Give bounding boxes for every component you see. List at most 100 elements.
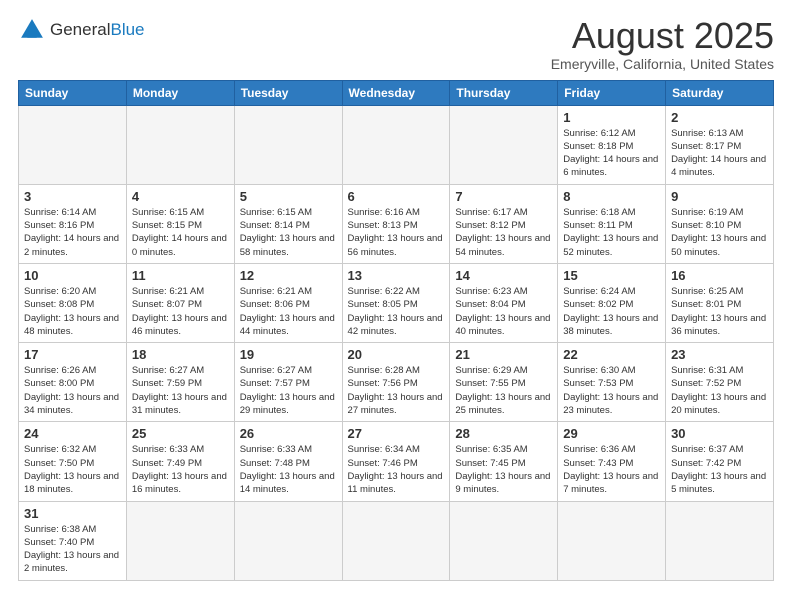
calendar-cell: 17Sunrise: 6:26 AM Sunset: 8:00 PM Dayli… — [19, 343, 127, 422]
header: GeneralBlue August 2025 Emeryville, Cali… — [18, 16, 774, 72]
day-number: 20 — [348, 347, 445, 362]
day-number: 2 — [671, 110, 768, 125]
calendar-week-row: 17Sunrise: 6:26 AM Sunset: 8:00 PM Dayli… — [19, 343, 774, 422]
day-number: 24 — [24, 426, 121, 441]
calendar-week-row: 10 Sunrise: 6:20 AM Sunset: 8:08 PM Dayli… — [19, 263, 774, 342]
weekday-header-sunday: Sunday — [19, 80, 127, 105]
calendar-cell: 29 Sunrise: 6:36 AM Sunset: 7:43 PM Dayli… — [558, 422, 666, 501]
calendar-subtitle: Emeryville, California, United States — [551, 56, 774, 72]
weekday-header-friday: Friday — [558, 80, 666, 105]
day-info: Sunrise: 6:34 AM Sunset: 7:46 PM Dayligh… — [348, 443, 445, 496]
day-number: 9 — [671, 189, 768, 204]
day-number: 19 — [240, 347, 337, 362]
day-info: Sunrise: 6:13 AM Sunset: 8:17 PM Dayligh… — [671, 127, 768, 180]
page: GeneralBlue August 2025 Emeryville, Cali… — [0, 0, 792, 612]
calendar-cell — [342, 501, 450, 580]
calendar-table: SundayMondayTuesdayWednesdayThursdayFrid… — [18, 80, 774, 581]
day-info: Sunrise: 6:23 AM Sunset: 8:04 PM Dayligh… — [455, 285, 552, 338]
logo-text: GeneralBlue — [50, 21, 145, 40]
calendar-week-row: 3Sunrise: 6:14 AM Sunset: 8:16 PM Daylig… — [19, 184, 774, 263]
calendar-cell: 1 Sunrise: 6:12 AM Sunset: 8:18 PM Daylig… — [558, 105, 666, 184]
day-number: 10 — [24, 268, 121, 283]
calendar-cell: 8Sunrise: 6:18 AM Sunset: 8:11 PM Daylig… — [558, 184, 666, 263]
day-number: 1 — [563, 110, 660, 125]
weekday-header-monday: Monday — [126, 80, 234, 105]
calendar-cell — [234, 501, 342, 580]
day-number: 11 — [132, 268, 229, 283]
day-number: 4 — [132, 189, 229, 204]
calendar-cell: 13Sunrise: 6:22 AM Sunset: 8:05 PM Dayli… — [342, 263, 450, 342]
calendar-week-row: 24 Sunrise: 6:32 AM Sunset: 7:50 PM Dayli… — [19, 422, 774, 501]
calendar-cell: 11Sunrise: 6:21 AM Sunset: 8:07 PM Dayli… — [126, 263, 234, 342]
day-number: 23 — [671, 347, 768, 362]
calendar-cell: 26Sunrise: 6:33 AM Sunset: 7:48 PM Dayli… — [234, 422, 342, 501]
calendar-cell: 7 Sunrise: 6:17 AM Sunset: 8:12 PM Daylig… — [450, 184, 558, 263]
calendar-cell: 31 Sunrise: 6:38 AM Sunset: 7:40 PM Dayli… — [19, 501, 127, 580]
weekday-header-tuesday: Tuesday — [234, 80, 342, 105]
day-number: 29 — [563, 426, 660, 441]
day-info: Sunrise: 6:37 AM Sunset: 7:42 PM Dayligh… — [671, 443, 768, 496]
calendar-cell: 14Sunrise: 6:23 AM Sunset: 8:04 PM Dayli… — [450, 263, 558, 342]
day-number: 7 — [455, 189, 552, 204]
calendar-week-row: 1 Sunrise: 6:12 AM Sunset: 8:18 PM Daylig… — [19, 105, 774, 184]
day-info: Sunrise: 6:36 AM Sunset: 7:43 PM Dayligh… — [563, 443, 660, 496]
day-number: 16 — [671, 268, 768, 283]
generalblue-logo-icon — [18, 16, 46, 44]
day-number: 3 — [24, 189, 121, 204]
day-info: Sunrise: 6:38 AM Sunset: 7:40 PM Dayligh… — [24, 523, 121, 576]
calendar-cell: 23Sunrise: 6:31 AM Sunset: 7:52 PM Dayli… — [666, 343, 774, 422]
calendar-cell — [666, 501, 774, 580]
day-info: Sunrise: 6:15 AM Sunset: 8:15 PM Dayligh… — [132, 206, 229, 259]
day-info: Sunrise: 6:35 AM Sunset: 7:45 PM Dayligh… — [455, 443, 552, 496]
weekday-header-row: SundayMondayTuesdayWednesdayThursdayFrid… — [19, 80, 774, 105]
day-number: 5 — [240, 189, 337, 204]
calendar-cell: 27 Sunrise: 6:34 AM Sunset: 7:46 PM Dayli… — [342, 422, 450, 501]
calendar-cell: 18Sunrise: 6:27 AM Sunset: 7:59 PM Dayli… — [126, 343, 234, 422]
day-number: 22 — [563, 347, 660, 362]
day-number: 31 — [24, 506, 121, 521]
day-number: 6 — [348, 189, 445, 204]
calendar-cell: 10 Sunrise: 6:20 AM Sunset: 8:08 PM Dayli… — [19, 263, 127, 342]
day-info: Sunrise: 6:28 AM Sunset: 7:56 PM Dayligh… — [348, 364, 445, 417]
calendar-cell: 30 Sunrise: 6:37 AM Sunset: 7:42 PM Dayli… — [666, 422, 774, 501]
day-info: Sunrise: 6:16 AM Sunset: 8:13 PM Dayligh… — [348, 206, 445, 259]
calendar-cell: 9 Sunrise: 6:19 AM Sunset: 8:10 PM Daylig… — [666, 184, 774, 263]
calendar-title: August 2025 — [551, 16, 774, 56]
weekday-header-wednesday: Wednesday — [342, 80, 450, 105]
day-info: Sunrise: 6:19 AM Sunset: 8:10 PM Dayligh… — [671, 206, 768, 259]
weekday-header-thursday: Thursday — [450, 80, 558, 105]
day-number: 8 — [563, 189, 660, 204]
calendar-cell — [234, 105, 342, 184]
day-info: Sunrise: 6:24 AM Sunset: 8:02 PM Dayligh… — [563, 285, 660, 338]
calendar-cell: 12 Sunrise: 6:21 AM Sunset: 8:06 PM Dayli… — [234, 263, 342, 342]
title-area: August 2025 Emeryville, California, Unit… — [551, 16, 774, 72]
day-number: 18 — [132, 347, 229, 362]
day-number: 12 — [240, 268, 337, 283]
calendar-cell: 6 Sunrise: 6:16 AM Sunset: 8:13 PM Daylig… — [342, 184, 450, 263]
calendar-cell — [126, 501, 234, 580]
day-info: Sunrise: 6:32 AM Sunset: 7:50 PM Dayligh… — [24, 443, 121, 496]
day-number: 30 — [671, 426, 768, 441]
calendar-cell: 28 Sunrise: 6:35 AM Sunset: 7:45 PM Dayli… — [450, 422, 558, 501]
day-info: Sunrise: 6:29 AM Sunset: 7:55 PM Dayligh… — [455, 364, 552, 417]
calendar-cell — [450, 501, 558, 580]
calendar-cell — [342, 105, 450, 184]
day-info: Sunrise: 6:33 AM Sunset: 7:49 PM Dayligh… — [132, 443, 229, 496]
day-info: Sunrise: 6:12 AM Sunset: 8:18 PM Dayligh… — [563, 127, 660, 180]
calendar-cell: 15 Sunrise: 6:24 AM Sunset: 8:02 PM Dayli… — [558, 263, 666, 342]
calendar-cell — [450, 105, 558, 184]
calendar-week-row: 31 Sunrise: 6:38 AM Sunset: 7:40 PM Dayli… — [19, 501, 774, 580]
day-info: Sunrise: 6:17 AM Sunset: 8:12 PM Dayligh… — [455, 206, 552, 259]
day-number: 27 — [348, 426, 445, 441]
day-number: 15 — [563, 268, 660, 283]
day-info: Sunrise: 6:20 AM Sunset: 8:08 PM Dayligh… — [24, 285, 121, 338]
day-info: Sunrise: 6:21 AM Sunset: 8:06 PM Dayligh… — [240, 285, 337, 338]
day-number: 28 — [455, 426, 552, 441]
calendar-cell — [126, 105, 234, 184]
calendar-cell: 21 Sunrise: 6:29 AM Sunset: 7:55 PM Dayli… — [450, 343, 558, 422]
calendar-cell: 22Sunrise: 6:30 AM Sunset: 7:53 PM Dayli… — [558, 343, 666, 422]
calendar-cell: 4 Sunrise: 6:15 AM Sunset: 8:15 PM Daylig… — [126, 184, 234, 263]
day-number: 21 — [455, 347, 552, 362]
calendar-cell: 2 Sunrise: 6:13 AM Sunset: 8:17 PM Daylig… — [666, 105, 774, 184]
day-number: 13 — [348, 268, 445, 283]
